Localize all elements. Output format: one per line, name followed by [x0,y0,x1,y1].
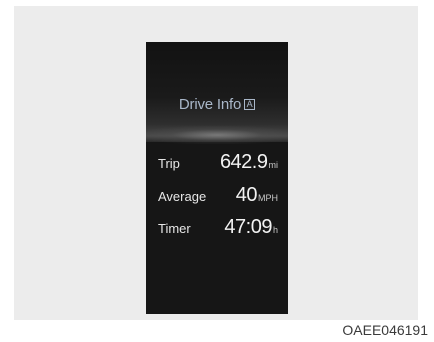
header-separator-glow [146,126,288,144]
display-title: Drive Info [178,95,242,113]
average-label: Average [158,189,207,204]
trip-row: Trip 642.9mi [158,151,278,174]
timer-number: 47:09 [224,216,272,238]
mode-badge: A [244,98,256,110]
cluster-display: Drive Info A Trip 642.9mi Average 40MPH … [146,42,288,314]
timer-unit: h [272,225,278,235]
average-value: 40MPH [236,184,278,207]
figure-code: OAEE046191 [342,322,428,338]
average-unit: MPH [258,193,278,203]
title-row: Drive Info A [146,94,288,114]
timer-label: Timer [158,221,191,236]
average-row: Average 40MPH [158,184,278,207]
trip-value: 642.9mi [220,151,278,174]
timer-value: 47:09h [224,216,278,239]
trip-number: 642.9 [219,151,268,173]
timer-row: Timer 47:09h [158,216,278,239]
trip-label: Trip [158,156,180,171]
average-number: 40 [235,184,258,206]
trip-unit: mi [268,160,279,170]
